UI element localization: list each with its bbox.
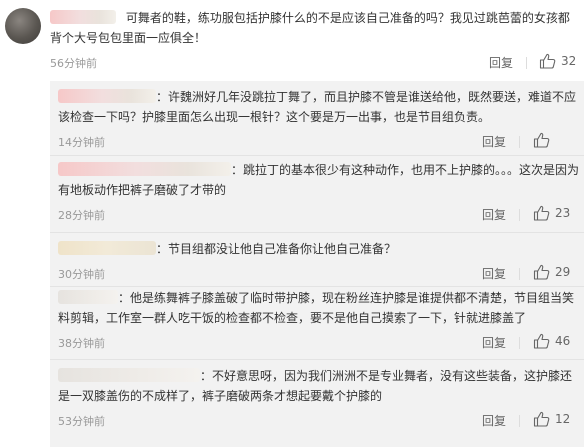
thumbs-up-icon: [533, 264, 550, 280]
divider: [519, 136, 520, 148]
thumbs-up-icon: [533, 132, 550, 148]
reply-time: 30分钟前: [58, 268, 105, 281]
reply-button[interactable]: 回复: [482, 334, 506, 351]
reply-button[interactable]: 回复: [482, 265, 506, 282]
divider: [519, 337, 520, 349]
like-count: 32: [561, 54, 577, 68]
comment-text: 可舞者的鞋，练功服包括护膝什么的不是应该自己准备的吗？我见过跳芭蕾的女孩都背个大…: [50, 10, 570, 45]
reply-text: ：不好意思呀，因为我们洲洲不是专业舞者，没有这些装备，这护膝还是一双膝盖伤的不成…: [58, 368, 573, 403]
replies-panel: ：许魏洲好几年没跳拉丁舞了，而且护膝不管是谁送给他，既然要送，难道不应该检查一下…: [50, 81, 584, 447]
reply-text: ：许魏洲好几年没跳拉丁舞了，而且护膝不管是谁送给他，既然要送，难道不应该检查一下…: [58, 89, 577, 124]
reply-button[interactable]: 回复: [482, 206, 506, 223]
comment-main: 可舞者的鞋，练功服包括护膝什么的不是应该自己准备的吗？我见过跳芭蕾的女孩都背个大…: [50, 8, 580, 72]
username-blurred[interactable]: [50, 10, 116, 24]
thumbs-up-icon: [539, 53, 556, 69]
reply-button[interactable]: 回复: [489, 54, 513, 71]
reply-divider: [50, 359, 584, 360]
reply-item: ：他是练舞裤子膝盖破了临时带护膝，现在粉丝连护膝是谁提供都不清楚，节目组当笑料剪…: [58, 288, 580, 352]
reply-time: 14分钟前: [58, 136, 105, 149]
like-count: 29: [555, 265, 571, 279]
reply-time: 53分钟前: [58, 415, 105, 428]
reply-divider: [50, 232, 584, 233]
like-count: 23: [555, 206, 571, 220]
username-blurred[interactable]: [58, 241, 156, 255]
divider: [519, 415, 520, 427]
reply-meta: 38分钟前 回复 46: [58, 332, 580, 352]
username-blurred[interactable]: [58, 290, 118, 304]
reply-meta: 14分钟前 回复: [58, 131, 580, 151]
reply-divider: [50, 155, 584, 156]
reply-button[interactable]: 回复: [482, 412, 506, 429]
reply-text: ：他是练舞裤子膝盖破了临时带护膝，现在粉丝连护膝是谁提供都不清楚，节目组当笑料剪…: [58, 290, 575, 325]
avatar[interactable]: [5, 8, 41, 44]
reply-item: ：许魏洲好几年没跳拉丁舞了，而且护膝不管是谁送给他，既然要送，难道不应该检查一下…: [58, 87, 580, 151]
reply-item: ：跳拉丁的基本很少有这种动作，也用不上护膝的。。。这次是因为有地板动作把裤子磨破…: [58, 160, 580, 224]
thumbs-up-icon: [533, 205, 550, 221]
reply-time: 28分钟前: [58, 209, 105, 222]
like-count: 46: [555, 334, 571, 348]
divider: [526, 57, 527, 69]
comment-meta: 56分钟前 回复 32: [50, 52, 580, 72]
reply-text: ：跳拉丁的基本很少有这种动作，也用不上护膝的。。。这次是因为有地板动作把裤子磨破…: [58, 162, 580, 197]
reply-meta: 28分钟前 回复 23: [58, 204, 580, 224]
reply-time: 38分钟前: [58, 337, 105, 350]
divider: [519, 209, 520, 221]
thumbs-up-icon: [533, 333, 550, 349]
reply-divider: [50, 286, 584, 287]
reply-meta: 30分钟前 回复 29: [58, 263, 580, 283]
username-blurred[interactable]: [58, 368, 200, 382]
username-blurred[interactable]: [58, 162, 231, 176]
reply-button[interactable]: 回复: [482, 133, 506, 150]
reply-meta: 53分钟前 回复 12: [58, 410, 580, 430]
username-blurred[interactable]: [58, 89, 156, 103]
comment-time: 56分钟前: [50, 57, 97, 70]
divider: [519, 268, 520, 280]
reply-item: ：不好意思呀，因为我们洲洲不是专业舞者，没有这些装备，这护膝还是一双膝盖伤的不成…: [58, 366, 580, 430]
thumbs-up-icon: [533, 411, 550, 427]
reply-item: ：节目组都没让他自己准备你让他自己准备？ 30分钟前 回复 29: [58, 239, 580, 283]
reply-text: ：节目组都没让他自己准备你让他自己准备？: [58, 239, 580, 259]
like-count: 12: [555, 412, 571, 426]
